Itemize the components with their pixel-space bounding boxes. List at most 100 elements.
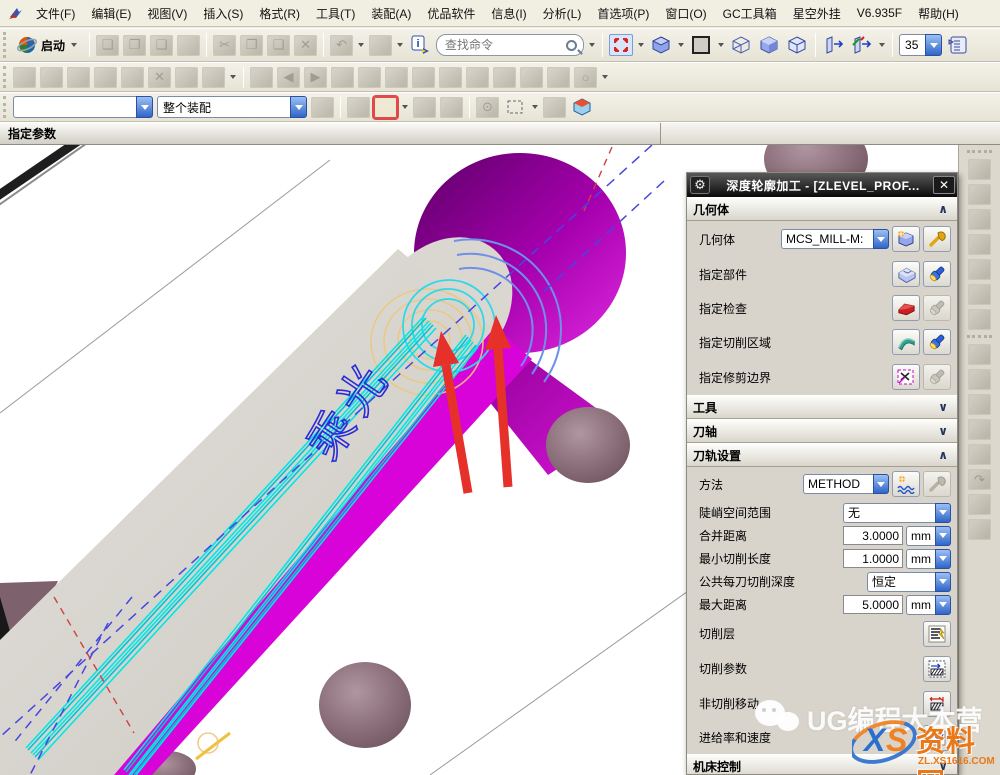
point-on-curve-icon[interactable] bbox=[413, 97, 436, 118]
sequence-icon[interactable] bbox=[358, 67, 381, 88]
create-operation-icon[interactable] bbox=[968, 444, 991, 465]
face-analysis-cube-icon[interactable] bbox=[785, 34, 809, 56]
undo-icon[interactable]: ↶ bbox=[330, 35, 353, 56]
copy-icon[interactable]: ❐ bbox=[240, 35, 263, 56]
menu-analysis[interactable]: 分析(L) bbox=[535, 2, 590, 25]
interpart-link-icon[interactable] bbox=[520, 67, 543, 88]
new-method-button[interactable] bbox=[892, 471, 920, 497]
depth-combo-arrow-icon[interactable] bbox=[935, 572, 951, 592]
dialog-close-icon[interactable]: ✕ bbox=[933, 176, 955, 194]
menu-xingkong-plugin[interactable]: 星空外挂 bbox=[785, 2, 849, 25]
section-geometry[interactable]: 几何体 ∧ bbox=[687, 197, 957, 221]
rectangle-select-icon[interactable] bbox=[503, 96, 527, 118]
section-tool[interactable]: 工具 ∨ bbox=[687, 395, 957, 419]
create-program-icon[interactable] bbox=[968, 344, 991, 365]
menu-window[interactable]: 窗口(O) bbox=[657, 2, 714, 25]
point-on-face-icon[interactable] bbox=[440, 97, 463, 118]
menu-help[interactable]: 帮助(H) bbox=[910, 2, 967, 25]
select-part-button[interactable] bbox=[892, 261, 920, 287]
section-path-settings[interactable]: 刀轨设置 ∧ bbox=[687, 443, 957, 467]
menu-edit[interactable]: 编辑(E) bbox=[83, 2, 139, 25]
program-order-icon[interactable] bbox=[968, 184, 991, 205]
create-geometry-icon[interactable] bbox=[968, 394, 991, 415]
check-clearance-icon[interactable] bbox=[385, 67, 408, 88]
open-file-icon[interactable]: ❐ bbox=[123, 35, 146, 56]
post-process-icon[interactable]: ↷ bbox=[968, 469, 991, 490]
geometry-view-icon[interactable] bbox=[968, 234, 991, 255]
delete-icon[interactable]: ✕ bbox=[294, 35, 317, 56]
shaded-view-icon[interactable] bbox=[649, 34, 673, 56]
explode-icon[interactable] bbox=[331, 67, 354, 88]
layer-setting-combo[interactable]: 35 bbox=[899, 34, 942, 56]
max-distance-unit-arrow-icon[interactable] bbox=[935, 595, 951, 615]
suppress-component-icon[interactable]: ✕ bbox=[148, 67, 171, 88]
new-geometry-button[interactable] bbox=[892, 226, 920, 252]
generate-toolpath-icon[interactable] bbox=[968, 284, 991, 305]
shop-doc-icon[interactable] bbox=[968, 494, 991, 515]
assembly-dropdown-icon[interactable] bbox=[230, 75, 236, 79]
depth-per-cut-value[interactable]: 恒定 bbox=[867, 572, 935, 592]
scope-value[interactable]: 整个装配 bbox=[157, 96, 290, 118]
print-icon[interactable] bbox=[177, 35, 200, 56]
move-component-icon[interactable] bbox=[439, 67, 462, 88]
wave-link-icon[interactable] bbox=[493, 67, 516, 88]
mirror-assembly-icon[interactable] bbox=[466, 67, 489, 88]
window-layout-icon[interactable] bbox=[369, 35, 392, 56]
geometry-combo[interactable]: MCS_MILL-M: bbox=[781, 229, 889, 249]
menu-insert[interactable]: 插入(S) bbox=[195, 2, 251, 25]
filter-value[interactable] bbox=[13, 96, 136, 118]
toolbar-drag-handle[interactable] bbox=[967, 150, 992, 153]
search-input[interactable] bbox=[443, 37, 566, 53]
back-arrow-icon[interactable]: ◀ bbox=[277, 67, 300, 88]
shaded-cube-icon[interactable] bbox=[757, 34, 781, 56]
fit-view-icon[interactable] bbox=[609, 34, 633, 56]
select-dropdown-icon[interactable] bbox=[532, 105, 538, 109]
toolbar-drag-handle[interactable] bbox=[3, 66, 8, 88]
max-distance-input[interactable]: 5.0000 bbox=[843, 595, 903, 614]
background-dropdown-icon[interactable] bbox=[718, 43, 724, 47]
merge-distance-input[interactable]: 3.0000 bbox=[843, 526, 903, 545]
method-value[interactable]: METHOD bbox=[803, 474, 873, 494]
scope-combo-arrow-icon[interactable] bbox=[290, 96, 307, 118]
operation-navigator-icon[interactable] bbox=[968, 159, 991, 180]
selection-scope-combo[interactable]: 整个装配 bbox=[157, 96, 307, 118]
min-cut-unit-combo[interactable]: mm bbox=[906, 549, 951, 569]
dialog-options-gear-icon[interactable]: ⚙ bbox=[690, 176, 710, 194]
assembly-constraints-icon[interactable] bbox=[412, 67, 435, 88]
menu-youpin[interactable]: 优品软件 bbox=[419, 2, 483, 25]
highlight-sphere-icon[interactable] bbox=[543, 97, 566, 118]
display-cut-area-flashlight-button[interactable] bbox=[923, 329, 951, 355]
layer-value[interactable]: 35 bbox=[899, 34, 925, 56]
move-dropdown-icon[interactable] bbox=[879, 43, 885, 47]
show-component-icon[interactable] bbox=[67, 67, 90, 88]
layer-settings-icon[interactable] bbox=[946, 34, 970, 56]
cutting-parameters-button[interactable] bbox=[923, 656, 951, 682]
synchronous-move-icon[interactable] bbox=[850, 34, 874, 56]
merge-unit-value[interactable]: mm bbox=[906, 526, 935, 546]
selection-filter-combo[interactable] bbox=[13, 96, 153, 118]
min-cut-unit-value[interactable]: mm bbox=[906, 549, 935, 569]
save-icon[interactable]: ❑ bbox=[150, 35, 173, 56]
select-cut-area-button[interactable] bbox=[892, 329, 920, 355]
select-trim-boundary-button[interactable] bbox=[892, 364, 920, 390]
expand-down-icon[interactable]: ∨ bbox=[935, 400, 951, 414]
menu-file[interactable]: 文件(F) bbox=[28, 2, 83, 25]
assembly2-dropdown-icon[interactable] bbox=[602, 75, 608, 79]
method-combo[interactable]: METHOD bbox=[803, 474, 889, 494]
fit-dropdown-icon[interactable] bbox=[638, 43, 644, 47]
display-part-flashlight-button[interactable] bbox=[923, 261, 951, 287]
hide-component-icon[interactable] bbox=[94, 67, 117, 88]
create-tool-icon[interactable] bbox=[968, 369, 991, 390]
menu-gc-toolbox[interactable]: GC工具箱 bbox=[715, 2, 785, 25]
dialog-titlebar[interactable]: ⚙ 深度轮廓加工 - [ZLEVEL_PROF... ✕ bbox=[687, 173, 957, 197]
deformable-part-icon[interactable] bbox=[547, 67, 570, 88]
geometry-combo-arrow-icon[interactable] bbox=[873, 229, 889, 249]
edit-geometry-wrench-button[interactable] bbox=[923, 226, 951, 252]
replace-component-icon[interactable] bbox=[175, 67, 198, 88]
open-component-icon[interactable] bbox=[40, 67, 63, 88]
pattern-component-icon[interactable] bbox=[202, 67, 225, 88]
start-button[interactable]: 启动 bbox=[11, 32, 85, 58]
paste-icon[interactable]: ❑ bbox=[267, 35, 290, 56]
menu-information[interactable]: 信息(I) bbox=[483, 2, 534, 25]
toolbar-drag-handle[interactable] bbox=[3, 96, 8, 118]
